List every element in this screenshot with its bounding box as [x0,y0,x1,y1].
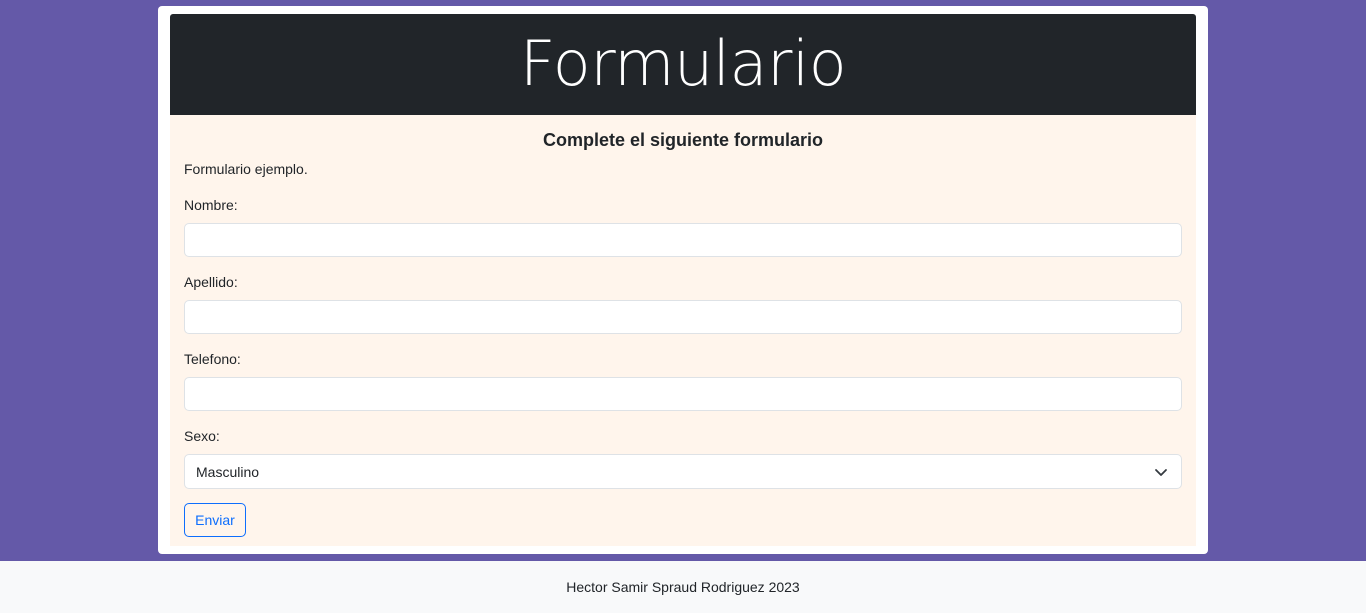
sexo-label: Sexo: [184,428,220,444]
chevron-down-icon [1155,469,1167,476]
sexo-selected-value: Masculino [196,463,260,480]
nombre-input[interactable] [184,223,1182,257]
form-description: Formulario ejemplo. [184,161,308,177]
apellido-label: Apellido: [184,274,238,290]
apellido-group: Apellido: [184,273,1182,334]
apellido-input[interactable] [184,300,1182,334]
form-subtitle: Complete el siguiente formulario [542,130,824,150]
nombre-group: Nombre: [184,196,1182,257]
telefono-group: Telefono: [184,350,1182,411]
footer-text: Hector Samir Spraud Rodriguez 2023 [566,579,800,595]
form-card: Formulario Complete el siguiente formula… [158,6,1208,554]
submit-button[interactable]: Enviar [184,503,246,537]
telefono-input[interactable] [184,377,1182,411]
page-title: Formulario [519,26,847,100]
form-body: Complete el siguiente formulario Formula… [170,115,1196,546]
sexo-group: Sexo: Masculino [184,427,1182,489]
telefono-label: Telefono: [184,351,241,367]
page-footer: Hector Samir Spraud Rodriguez 2023 [0,561,1366,613]
page-header: Formulario [170,14,1196,115]
nombre-label: Nombre: [184,197,238,213]
sexo-select[interactable]: Masculino [184,454,1182,489]
